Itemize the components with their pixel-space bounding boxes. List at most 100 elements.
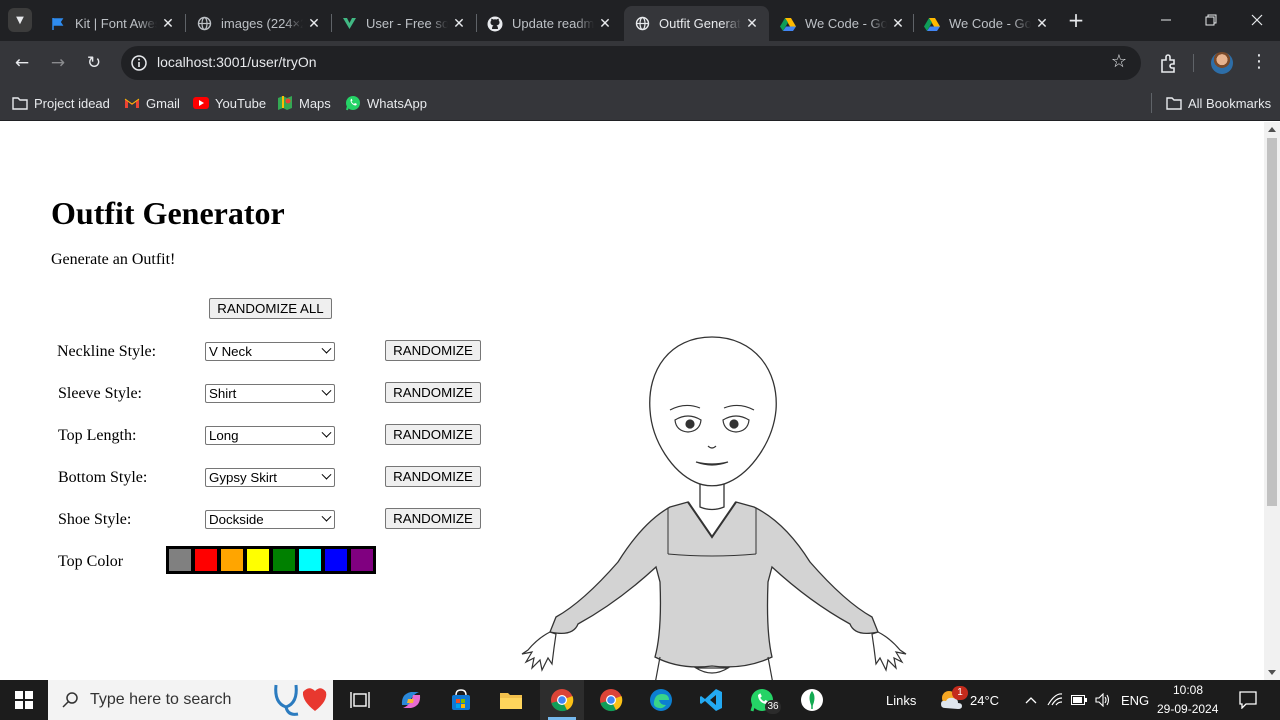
battery-status[interactable] (1068, 680, 1090, 720)
randomize-all-button[interactable]: RANDOMIZE ALL (209, 298, 332, 319)
new-tab-button[interactable]: + (1064, 8, 1088, 32)
page-scrollbar[interactable] (1264, 122, 1280, 680)
volume-control[interactable] (1092, 680, 1114, 720)
menu-icon[interactable]: ⋮ (1250, 51, 1268, 72)
sleeve-select[interactable]: Shirt (205, 384, 335, 403)
randomize-sleeve-button[interactable]: RANDOMIZE (385, 382, 481, 403)
close-icon[interactable]: ✕ (887, 15, 909, 32)
chrome-app-active[interactable] (540, 680, 584, 720)
edge-app[interactable] (640, 680, 682, 720)
close-icon[interactable]: ✕ (448, 15, 470, 32)
neckline-select[interactable]: V Neck (205, 342, 335, 361)
mongodb-icon (801, 689, 823, 711)
file-explorer-app[interactable] (490, 680, 532, 720)
randomize-top-length-button[interactable]: RANDOMIZE (385, 424, 481, 445)
minimize-icon (1161, 19, 1171, 21)
site-info-icon[interactable] (130, 54, 148, 72)
bookmark-label: WhatsApp (367, 95, 427, 111)
input-language[interactable]: ENG (1121, 693, 1149, 708)
tab-we-code-drive-1[interactable]: We Code - Google Drive ✕ (770, 6, 915, 41)
randomize-neckline-button[interactable]: RANDOMIZE (385, 340, 481, 361)
chrome-app-2[interactable] (590, 680, 632, 720)
color-swatch-green[interactable] (273, 549, 295, 571)
close-icon[interactable]: ✕ (157, 15, 179, 32)
bookmark-gmail[interactable]: Gmail (124, 93, 180, 113)
color-swatch-cyan[interactable] (299, 549, 321, 571)
minimize-button[interactable] (1143, 0, 1189, 40)
store-app[interactable] (440, 680, 482, 720)
bookmark-maps[interactable]: Maps (277, 93, 331, 113)
task-view-button[interactable] (340, 680, 380, 720)
top-length-select[interactable]: Long (205, 426, 335, 445)
color-swatch-purple[interactable] (351, 549, 373, 571)
clock-time[interactable]: 10:08 (1173, 683, 1203, 697)
color-swatch-gray[interactable] (169, 549, 191, 571)
taskbar-search[interactable]: Type here to search (48, 680, 333, 720)
randomize-shoe-style-button[interactable]: RANDOMIZE (385, 508, 481, 529)
edge-icon (650, 689, 672, 711)
windows-icon (15, 691, 33, 709)
show-hidden-icons-button[interactable] (1020, 680, 1042, 720)
close-icon[interactable]: ✕ (1031, 15, 1053, 32)
arrow-left-icon: ← (14, 53, 30, 73)
links-toolbar[interactable]: Links (886, 693, 916, 708)
address-bar[interactable]: localhost:3001/user/tryOn ☆ (121, 46, 1141, 80)
folder-icon (1166, 95, 1182, 111)
page-title: Outfit Generator (51, 195, 285, 231)
tab-font-awesome[interactable]: Kit | Font Awesome ✕ (40, 6, 185, 41)
randomize-bottom-style-button[interactable]: RANDOMIZE (385, 466, 481, 487)
tab-update-readme[interactable]: Update readme ✕ (477, 6, 622, 41)
drive-icon (780, 16, 796, 32)
tab-title: Update readme (512, 16, 594, 31)
network-status[interactable] (1044, 680, 1066, 720)
forward-button[interactable]: → (44, 49, 72, 77)
bookmark-whatsapp[interactable]: WhatsApp (345, 93, 427, 113)
notification-badge: 36 (765, 700, 781, 714)
scrollbar-thumb[interactable] (1267, 138, 1277, 506)
bottom-style-select[interactable]: Gypsy Skirt (205, 468, 335, 487)
weather-badge: 1 (952, 686, 968, 700)
temperature[interactable]: 24°C (970, 693, 999, 708)
color-swatch-yellow[interactable] (247, 549, 269, 571)
bookmark-project-idead[interactable]: Project idead (12, 93, 110, 113)
shoe-style-select[interactable]: Dockside (205, 510, 335, 529)
start-button[interactable] (0, 680, 48, 720)
tab-title: We Code - Google Drive (949, 16, 1031, 31)
color-swatch-orange[interactable] (221, 549, 243, 571)
reload-button[interactable]: ↻ (80, 49, 108, 77)
browser-tab-bar: ▼ Kit | Font Awesome ✕ images (224×225) … (0, 0, 1280, 41)
url-text[interactable]: localhost:3001/user/tryOn (157, 54, 317, 70)
tab-search-button[interactable]: ▼ (8, 8, 32, 32)
mongodb-compass-app[interactable] (792, 680, 832, 720)
profile-avatar[interactable] (1211, 52, 1233, 74)
scroll-down-icon[interactable] (1268, 670, 1276, 675)
close-icon[interactable]: ✕ (303, 15, 325, 32)
copilot-app[interactable] (390, 680, 432, 720)
bookmark-star-icon[interactable]: ☆ (1111, 51, 1127, 72)
close-window-button[interactable] (1234, 0, 1280, 40)
outfit-preview (521, 336, 907, 680)
vscode-app[interactable] (690, 680, 732, 720)
back-button[interactable]: ← (8, 49, 36, 77)
tab-user-free[interactable]: User - Free software ✕ (331, 6, 476, 41)
close-icon[interactable]: ✕ (594, 15, 616, 32)
tab-images[interactable]: images (224×225) ✕ (186, 6, 331, 41)
all-bookmarks[interactable]: All Bookmarks (1166, 93, 1271, 113)
notifications-button[interactable] (1228, 680, 1268, 720)
extensions-icon[interactable] (1158, 52, 1180, 74)
sleeve-value: Shirt (209, 386, 237, 401)
restore-button[interactable] (1188, 0, 1234, 40)
whatsapp-app[interactable]: 36 (740, 680, 784, 720)
scroll-up-icon[interactable] (1268, 127, 1276, 132)
tab-outfit-generator[interactable]: Outfit Generator ✕ (624, 6, 769, 41)
all-bookmarks-label: All Bookmarks (1188, 95, 1272, 111)
clock-date[interactable]: 29-09-2024 (1157, 702, 1218, 716)
youtube-icon (193, 95, 209, 111)
flag-icon (50, 16, 66, 32)
color-swatch-blue[interactable] (325, 549, 347, 571)
color-swatch-red[interactable] (195, 549, 217, 571)
bookmark-youtube[interactable]: YouTube (193, 93, 266, 113)
weather-widget[interactable]: 1 (934, 680, 968, 720)
close-icon[interactable]: ✕ (741, 15, 763, 32)
tab-we-code-drive-2[interactable]: We Code - Google Drive ✕ (914, 6, 1059, 41)
